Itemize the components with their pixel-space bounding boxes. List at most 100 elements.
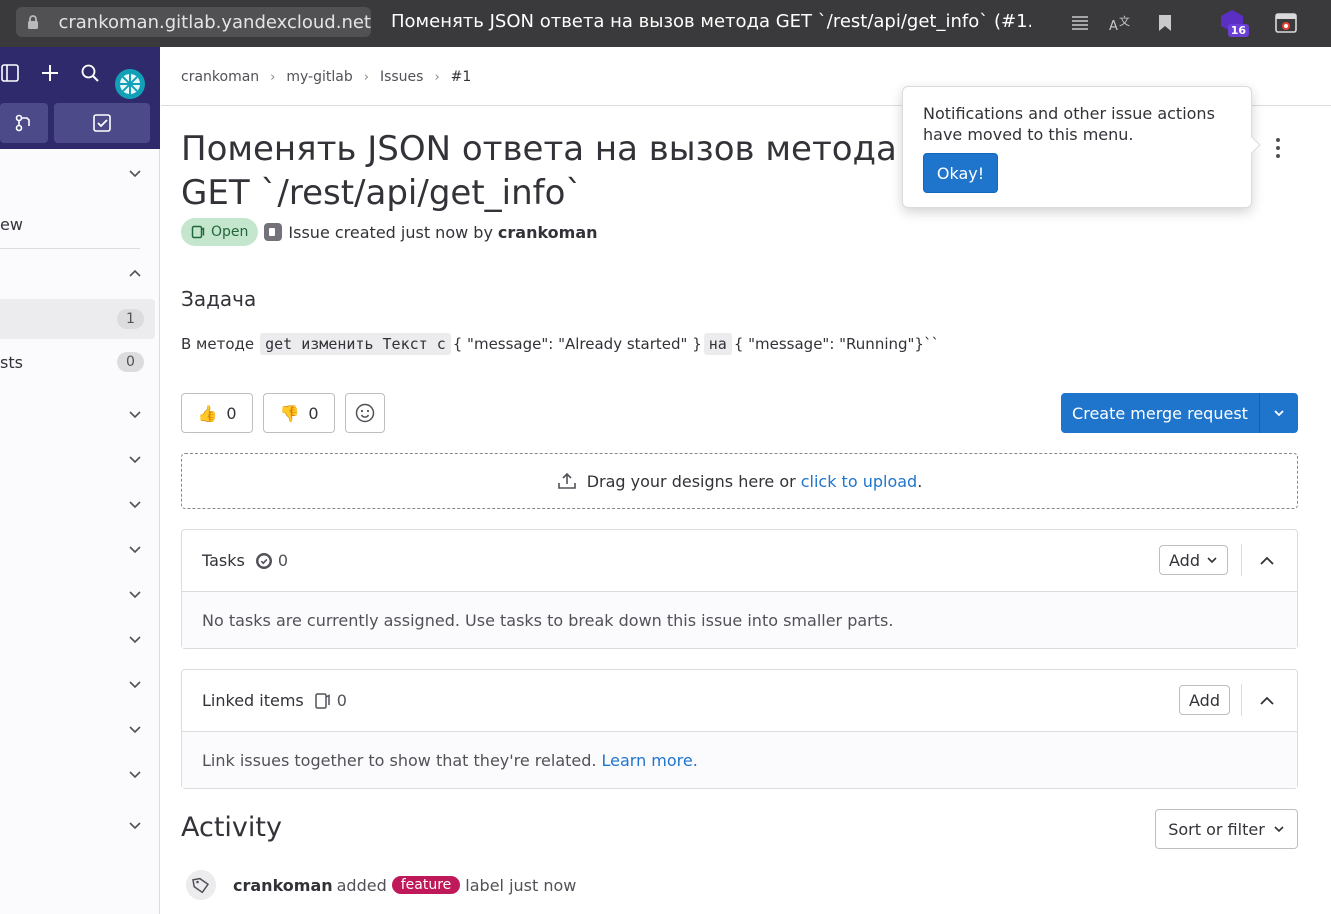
author-link[interactable]: crankoman xyxy=(498,223,598,242)
chevron-down-icon xyxy=(127,676,143,692)
browser-tab-title: Поменять JSON ответа на вызов метода GET… xyxy=(391,11,1031,32)
issue-open-icon xyxy=(191,225,205,239)
profile-icon[interactable] xyxy=(1275,12,1297,34)
sidebar-item-issues[interactable]: 1 xyxy=(0,299,155,339)
sidebar-item-project[interactable] xyxy=(0,153,160,193)
linked-items-title: Linked items xyxy=(202,691,304,710)
breadcrumb-item[interactable]: Issues xyxy=(380,69,424,85)
learn-more-link[interactable]: Learn more. xyxy=(601,751,697,770)
sidebar-item-manage[interactable] xyxy=(0,709,160,749)
thumbsdown-count: 0 xyxy=(308,403,319,423)
linked-items-empty-state: Link issues together to show that they'r… xyxy=(182,732,1297,788)
chevron-down-icon xyxy=(1274,826,1284,833)
search-icon[interactable] xyxy=(76,59,104,87)
collapse-linked-items-button[interactable] xyxy=(1255,689,1279,713)
lock-icon xyxy=(25,14,40,30)
label-badge[interactable]: feature xyxy=(391,876,461,894)
tasks-count: 0 xyxy=(255,551,288,570)
activity-action: added xyxy=(336,875,387,895)
tasks-empty-text: No tasks are currently assigned. Use tas… xyxy=(202,610,894,630)
tasks-empty-state: No tasks are currently assigned. Use tas… xyxy=(182,592,1297,648)
chevron-down-icon xyxy=(127,165,143,181)
issue-icon xyxy=(315,692,330,709)
collapse-tasks-button[interactable] xyxy=(1255,549,1279,573)
sidebar-item-plan[interactable] xyxy=(0,254,160,294)
issue-meta-text: Issue created just now by xyxy=(288,222,493,242)
okay-button[interactable]: Okay! xyxy=(923,153,998,193)
breadcrumb-current[interactable]: #1 xyxy=(451,69,472,85)
task-done-icon xyxy=(255,552,272,569)
url-text: crankoman.gitlab.yandexcloud.net xyxy=(58,11,371,33)
sidebar-item-more[interactable] xyxy=(0,805,160,845)
merge-requests-icon[interactable] xyxy=(0,103,48,143)
add-reaction-button[interactable] xyxy=(345,393,385,433)
sidebar-item-label: ew xyxy=(0,214,23,234)
smiley-icon xyxy=(355,403,375,423)
chevron-down-icon xyxy=(127,406,143,422)
add-linked-item-button[interactable]: Add xyxy=(1179,685,1230,715)
browser-toolbar: crankoman.gitlab.yandexcloud.net Поменят… xyxy=(0,0,1331,47)
description-text-before: В методе xyxy=(181,335,255,353)
sort-or-filter-dropdown[interactable]: Sort or filter xyxy=(1155,809,1298,849)
page-title: Поменять JSON ответа на вызов метода GET… xyxy=(181,129,897,213)
thumbsup-button[interactable]: 👍 0 xyxy=(181,393,253,433)
todo-icon[interactable] xyxy=(54,103,150,143)
sidebar-item-deploy[interactable] xyxy=(0,529,160,569)
linked-items-empty-text: Link issues together to show that they'r… xyxy=(202,750,597,770)
description-heading: Задача xyxy=(181,287,257,311)
extension-icon[interactable]: 16 xyxy=(1219,9,1249,37)
sidebar-item-code[interactable] xyxy=(0,394,160,434)
sidebar-toggle-icon[interactable] xyxy=(0,59,24,87)
more-actions-button[interactable] xyxy=(1266,133,1290,163)
translate-icon[interactable]: A文 xyxy=(1109,12,1131,34)
create-merge-request-button[interactable]: Create merge request xyxy=(1061,393,1298,433)
issue-type-icon xyxy=(264,223,283,241)
avatar[interactable] xyxy=(115,69,145,99)
reader-mode-icon[interactable] xyxy=(1069,12,1091,34)
activity-user-link[interactable]: crankoman xyxy=(233,876,333,895)
bookmark-icon[interactable] xyxy=(1154,12,1176,34)
sidebar-item-secure[interactable] xyxy=(0,484,160,524)
plus-icon[interactable] xyxy=(36,59,64,87)
sidebar-item-settings[interactable] xyxy=(0,754,160,794)
sidebar-item-monitor[interactable] xyxy=(0,619,160,659)
breadcrumb-item[interactable]: crankoman xyxy=(181,69,259,85)
chevron-down-icon xyxy=(127,451,143,467)
add-task-button[interactable]: Add xyxy=(1159,545,1228,575)
sidebar-item-analyze[interactable] xyxy=(0,664,160,704)
address-bar[interactable]: crankoman.gitlab.yandexcloud.net xyxy=(16,7,371,37)
breadcrumb-item[interactable]: my-gitlab xyxy=(286,69,352,85)
tasks-card: Tasks 0 Add No tasks are currently assig… xyxy=(181,529,1298,649)
sidebar-item-overview[interactable]: ew xyxy=(0,204,160,244)
tasks-title: Tasks xyxy=(202,551,245,570)
chevron-down-icon xyxy=(127,817,143,833)
card-divider xyxy=(1241,544,1242,576)
chevron-right-icon: › xyxy=(363,69,369,85)
linked-items-count: 0 xyxy=(314,691,347,710)
thumbsup-count: 0 xyxy=(226,403,237,423)
thumbsdown-button[interactable]: 👎 0 xyxy=(263,393,335,433)
linked-items-card: Linked items 0 Add Link issues together … xyxy=(181,669,1298,789)
sidebar-item-operate[interactable] xyxy=(0,574,160,614)
sidebar-item-merge-requests[interactable]: sts 0 xyxy=(0,342,160,382)
activity-suffix: label just now xyxy=(465,875,577,895)
chevron-down-icon xyxy=(127,631,143,647)
chevron-up-icon xyxy=(127,266,143,282)
label-icon xyxy=(186,870,216,900)
chevron-down-icon xyxy=(127,541,143,557)
chevron-down-icon[interactable] xyxy=(1260,393,1298,433)
breadcrumb: crankoman › my-gitlab › Issues › #1 xyxy=(181,69,471,85)
status-label: Open xyxy=(211,224,249,240)
merge-requests-count-badge: 0 xyxy=(117,352,144,372)
chevron-down-icon xyxy=(127,766,143,782)
upload-link[interactable]: click to upload xyxy=(801,472,917,491)
inline-code: get изменить Текст с xyxy=(260,333,451,355)
chevron-down-icon xyxy=(127,721,143,737)
svg-text:A: A xyxy=(1109,19,1118,32)
create-merge-request-label[interactable]: Create merge request xyxy=(1061,393,1260,433)
sidebar-item-build[interactable] xyxy=(0,439,160,479)
extension-badge-count: 16 xyxy=(1227,24,1249,37)
thumbsdown-icon: 👎 xyxy=(279,403,300,423)
design-upload-dropzone[interactable]: Drag your designs here or click to uploa… xyxy=(181,453,1298,509)
linked-items-card-header: Linked items 0 Add xyxy=(182,670,1297,732)
